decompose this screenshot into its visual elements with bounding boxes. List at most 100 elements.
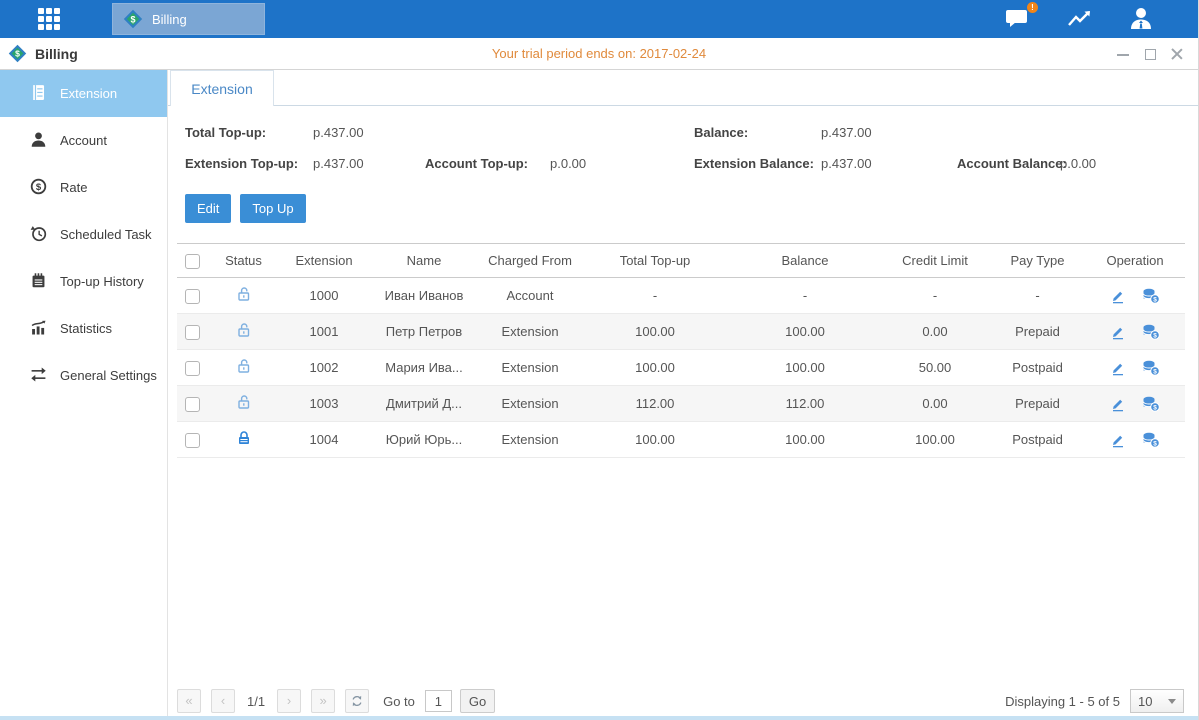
col-balance: Balance: [730, 244, 880, 278]
edit-button[interactable]: Edit: [185, 194, 231, 223]
top-up-coins-icon[interactable]: $: [1142, 324, 1160, 340]
billing-diamond-icon: $: [123, 9, 143, 29]
cell-extension: 1000: [280, 278, 368, 314]
col-credit-limit: Credit Limit: [880, 244, 990, 278]
goto-page-input[interactable]: [425, 690, 452, 712]
window-title: Billing: [35, 46, 78, 62]
sidebar-item-general-settings[interactable]: General Settings: [0, 352, 167, 399]
topbar-tab-label: Billing: [152, 12, 187, 27]
sidebar-item-label: Rate: [60, 180, 87, 195]
col-pay-type: Pay Type: [990, 244, 1085, 278]
top-up-coins-icon[interactable]: $: [1142, 288, 1160, 304]
cell-credit-limit: 0.00: [880, 386, 990, 422]
billing-app-window: $ Billing !: [0, 0, 1199, 720]
goto-label: Go to: [383, 694, 415, 709]
refresh-button[interactable]: [345, 689, 369, 713]
cell-charged-from: Extension: [480, 350, 580, 386]
sidebar-item-label: Top-up History: [60, 274, 144, 289]
notification-badge: !: [1027, 2, 1038, 13]
sidebar: Extension Account $ Rat: [0, 70, 168, 720]
top-up-coins-icon[interactable]: $: [1142, 396, 1160, 412]
titlebar: Your trial period ends on: 2017-02-24 $ …: [0, 38, 1198, 70]
chart-icon[interactable]: [1066, 6, 1098, 32]
cell-balance: 112.00: [730, 386, 880, 422]
edit-pencil-icon[interactable]: [1110, 360, 1126, 376]
cell-charged-from: Extension: [480, 386, 580, 422]
total-topup-label: Total Top-up:: [185, 117, 266, 148]
select-all-checkbox[interactable]: [185, 254, 200, 269]
locked-icon: [236, 434, 252, 449]
sidebar-item-label: Scheduled Task: [60, 227, 152, 242]
edit-pencil-icon[interactable]: [1110, 396, 1126, 412]
cell-extension: 1004: [280, 422, 368, 458]
svg-text:$: $: [1153, 404, 1157, 411]
total-topup-value: p.437.00: [313, 117, 364, 148]
cell-name: Дмитрий Д...: [368, 386, 480, 422]
sidebar-item-rate[interactable]: $ Rate: [0, 164, 167, 211]
svg-text:$: $: [1153, 296, 1157, 303]
first-page-button[interactable]: «: [177, 689, 201, 713]
sidebar-item-account[interactable]: Account: [0, 117, 167, 164]
cell-name: Петр Петров: [368, 314, 480, 350]
edit-pencil-icon[interactable]: [1110, 288, 1126, 304]
row-checkbox[interactable]: [185, 433, 200, 448]
maximize-icon[interactable]: [1143, 47, 1157, 61]
close-icon[interactable]: [1170, 47, 1184, 61]
table-row: 1003 Дмитрий Д... Extension 112.00 112.0…: [177, 386, 1185, 422]
app-grid-icon[interactable]: [38, 8, 68, 30]
top-up-button[interactable]: Top Up: [240, 194, 305, 223]
extension-topup-label: Extension Top-up:: [185, 148, 298, 179]
cell-extension: 1003: [280, 386, 368, 422]
row-checkbox[interactable]: [185, 361, 200, 376]
row-checkbox[interactable]: [185, 397, 200, 412]
table-header-row: Status Extension Name Charged From Total…: [177, 244, 1185, 278]
tab-extension[interactable]: Extension: [170, 70, 274, 106]
cell-total-topup: 100.00: [580, 314, 730, 350]
svg-text:$: $: [1153, 440, 1157, 447]
cell-balance: 100.00: [730, 350, 880, 386]
extension-topup-value: p.437.00: [313, 148, 364, 179]
cell-name: Мария Ива...: [368, 350, 480, 386]
svg-text:$: $: [1153, 368, 1157, 375]
next-page-button[interactable]: ›: [277, 689, 301, 713]
col-total-topup: Total Top-up: [580, 244, 730, 278]
cell-pay-type: Prepaid: [990, 314, 1085, 350]
account-topup-value: p.0.00: [550, 148, 586, 179]
cell-credit-limit: 0.00: [880, 314, 990, 350]
extension-table: Status Extension Name Charged From Total…: [177, 243, 1185, 458]
messages-icon[interactable]: !: [1004, 6, 1036, 32]
topbar-billing-tab[interactable]: $ Billing: [112, 3, 265, 35]
top-up-coins-icon[interactable]: $: [1142, 432, 1160, 448]
row-checkbox[interactable]: [185, 325, 200, 340]
cell-pay-type: -: [990, 278, 1085, 314]
last-page-button[interactable]: »: [311, 689, 335, 713]
balance-label: Balance:: [694, 117, 748, 148]
row-checkbox[interactable]: [185, 289, 200, 304]
cell-name: Иван Иванов: [368, 278, 480, 314]
sidebar-item-topup-history[interactable]: Top-up History: [0, 258, 167, 305]
billing-summary: Total Top-up: p.437.00 Balance: p.437.00…: [168, 117, 1198, 179]
dollar-circle-icon: $: [30, 178, 47, 198]
prev-page-button[interactable]: ‹: [211, 689, 235, 713]
page-size-select[interactable]: 10: [1130, 689, 1184, 713]
col-status: Status: [207, 244, 280, 278]
cell-total-topup: -: [580, 278, 730, 314]
user-icon[interactable]: [1128, 6, 1160, 32]
cell-credit-limit: 50.00: [880, 350, 990, 386]
cell-total-topup: 100.00: [580, 422, 730, 458]
window-bottom-edge: [0, 716, 1198, 720]
edit-pencil-icon[interactable]: [1110, 432, 1126, 448]
col-charged-from: Charged From: [480, 244, 580, 278]
sidebar-item-statistics[interactable]: Statistics: [0, 305, 167, 352]
sidebar-item-scheduled-task[interactable]: Scheduled Task: [0, 211, 167, 258]
minimize-icon[interactable]: [1116, 47, 1130, 61]
edit-pencil-icon[interactable]: [1110, 324, 1126, 340]
topbar-right-icons: !: [1004, 0, 1160, 38]
go-button[interactable]: Go: [460, 689, 495, 713]
cell-extension: 1001: [280, 314, 368, 350]
cell-charged-from: Account: [480, 278, 580, 314]
top-up-coins-icon[interactable]: $: [1142, 360, 1160, 376]
sidebar-item-label: General Settings: [60, 368, 157, 383]
sidebar-item-extension[interactable]: Extension: [0, 70, 167, 117]
table-row: 1004 Юрий Юрь... Extension 100.00 100.00…: [177, 422, 1185, 458]
